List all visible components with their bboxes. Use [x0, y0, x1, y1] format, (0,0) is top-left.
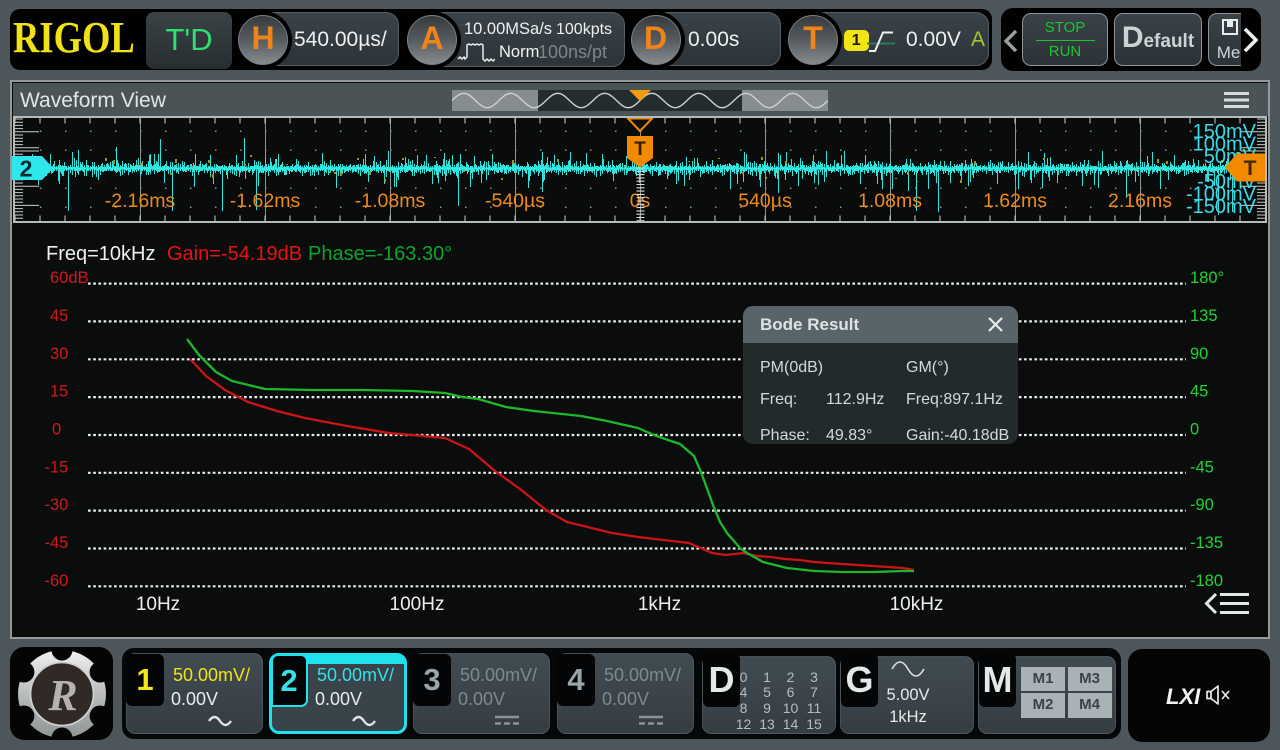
svg-text:30: 30 — [50, 345, 68, 363]
svg-text:1.62ms: 1.62ms — [983, 190, 1047, 212]
svg-text:2: 2 — [20, 156, 33, 180]
svg-text:1.08ms: 1.08ms — [858, 190, 922, 212]
svg-text:0: 0 — [52, 421, 61, 439]
svg-text:R: R — [47, 671, 77, 720]
svg-text:-90: -90 — [1190, 496, 1214, 514]
svg-text:540µs: 540µs — [738, 190, 792, 212]
svg-text:-45: -45 — [45, 534, 69, 552]
svg-text:135: 135 — [1190, 307, 1218, 325]
svg-text:10Hz: 10Hz — [136, 594, 180, 615]
svg-text:-60: -60 — [45, 572, 69, 590]
svg-text:T: T — [1244, 157, 1257, 180]
svg-text:-30: -30 — [45, 496, 69, 514]
svg-text:10kHz: 10kHz — [890, 594, 944, 615]
svg-text:-135: -135 — [1190, 534, 1223, 552]
svg-text:15: 15 — [50, 383, 68, 401]
svg-text:45: 45 — [50, 307, 68, 325]
svg-text:100Hz: 100Hz — [390, 594, 445, 615]
svg-text:-180: -180 — [1190, 572, 1223, 590]
svg-text:-45: -45 — [1190, 458, 1214, 476]
svg-text:-540µs: -540µs — [485, 190, 545, 212]
svg-text:45: 45 — [1190, 383, 1208, 401]
svg-text:T: T — [634, 139, 646, 160]
svg-text:180°: 180° — [1190, 269, 1224, 287]
svg-text:60dB: 60dB — [50, 269, 89, 287]
svg-text:0: 0 — [1190, 421, 1199, 439]
svg-text:-1.62ms: -1.62ms — [230, 190, 301, 212]
svg-text:-15: -15 — [45, 458, 69, 476]
svg-text:-150mV: -150mV — [1186, 196, 1257, 218]
svg-text:2.16ms: 2.16ms — [1108, 190, 1172, 212]
svg-text:1kHz: 1kHz — [638, 594, 681, 615]
svg-text:-1.08ms: -1.08ms — [355, 190, 426, 212]
svg-text:90: 90 — [1190, 345, 1208, 363]
svg-text:-2.16ms: -2.16ms — [105, 190, 176, 212]
